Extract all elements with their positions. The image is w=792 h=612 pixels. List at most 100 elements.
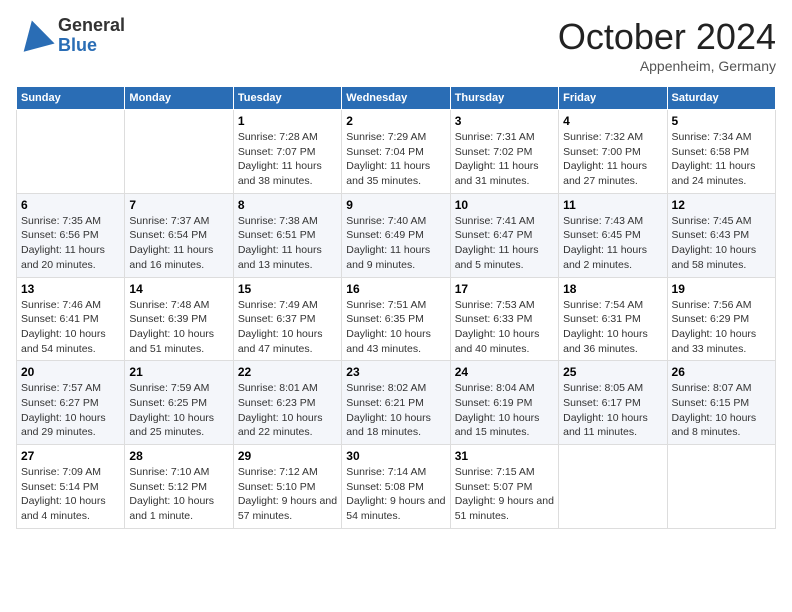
day-number: 2 [346, 114, 445, 128]
day-number: 7 [129, 198, 228, 212]
day-number: 12 [672, 198, 771, 212]
calendar-cell: 1 Sunrise: 7:28 AMSunset: 7:07 PMDaylight… [233, 110, 341, 194]
day-number: 3 [455, 114, 554, 128]
day-number: 28 [129, 449, 228, 463]
day-info: Sunrise: 7:51 AMSunset: 6:35 PMDaylight:… [346, 298, 445, 357]
calendar-cell: 7 Sunrise: 7:37 AMSunset: 6:54 PMDaylight… [125, 193, 233, 277]
day-info: Sunrise: 7:49 AMSunset: 6:37 PMDaylight:… [238, 298, 337, 357]
page-header: General Blue October 2024 Appenheim, Ger… [16, 16, 776, 74]
day-info: Sunrise: 8:04 AMSunset: 6:19 PMDaylight:… [455, 381, 554, 440]
calendar-cell: 11 Sunrise: 7:43 AMSunset: 6:45 PMDayligh… [559, 193, 667, 277]
calendar-week-row: 13 Sunrise: 7:46 AMSunset: 6:41 PMDayligh… [17, 277, 776, 361]
day-number: 13 [21, 282, 120, 296]
logo-icon [16, 16, 56, 56]
day-number: 29 [238, 449, 337, 463]
day-info: Sunrise: 7:45 AMSunset: 6:43 PMDaylight:… [672, 214, 771, 273]
calendar-table: SundayMondayTuesdayWednesdayThursdayFrid… [16, 86, 776, 529]
day-info: Sunrise: 7:53 AMSunset: 6:33 PMDaylight:… [455, 298, 554, 357]
day-number: 26 [672, 365, 771, 379]
calendar-cell: 24 Sunrise: 8:04 AMSunset: 6:19 PMDayligh… [450, 361, 558, 445]
calendar-week-row: 27 Sunrise: 7:09 AMSunset: 5:14 PMDayligh… [17, 445, 776, 529]
day-number: 5 [672, 114, 771, 128]
calendar-cell: 20 Sunrise: 7:57 AMSunset: 6:27 PMDayligh… [17, 361, 125, 445]
calendar-cell: 13 Sunrise: 7:46 AMSunset: 6:41 PMDayligh… [17, 277, 125, 361]
day-number: 20 [21, 365, 120, 379]
day-info: Sunrise: 8:02 AMSunset: 6:21 PMDaylight:… [346, 381, 445, 440]
day-number: 27 [21, 449, 120, 463]
day-info: Sunrise: 7:56 AMSunset: 6:29 PMDaylight:… [672, 298, 771, 357]
calendar-cell [667, 445, 775, 529]
weekday-header: Tuesday [233, 87, 341, 110]
calendar-cell: 26 Sunrise: 8:07 AMSunset: 6:15 PMDayligh… [667, 361, 775, 445]
calendar-cell: 8 Sunrise: 7:38 AMSunset: 6:51 PMDaylight… [233, 193, 341, 277]
calendar-cell: 31 Sunrise: 7:15 AMSunset: 5:07 PMDayligh… [450, 445, 558, 529]
day-info: Sunrise: 7:31 AMSunset: 7:02 PMDaylight:… [455, 130, 554, 189]
day-number: 1 [238, 114, 337, 128]
day-info: Sunrise: 7:09 AMSunset: 5:14 PMDaylight:… [21, 465, 120, 524]
calendar-week-row: 20 Sunrise: 7:57 AMSunset: 6:27 PMDayligh… [17, 361, 776, 445]
weekday-header: Sunday [17, 87, 125, 110]
calendar-cell: 25 Sunrise: 8:05 AMSunset: 6:17 PMDayligh… [559, 361, 667, 445]
logo-blue: Blue [58, 36, 125, 56]
calendar-cell: 21 Sunrise: 7:59 AMSunset: 6:25 PMDayligh… [125, 361, 233, 445]
weekday-header-row: SundayMondayTuesdayWednesdayThursdayFrid… [17, 87, 776, 110]
day-number: 16 [346, 282, 445, 296]
calendar-cell: 16 Sunrise: 7:51 AMSunset: 6:35 PMDayligh… [342, 277, 450, 361]
calendar-cell: 27 Sunrise: 7:09 AMSunset: 5:14 PMDayligh… [17, 445, 125, 529]
day-info: Sunrise: 7:34 AMSunset: 6:58 PMDaylight:… [672, 130, 771, 189]
calendar-week-row: 1 Sunrise: 7:28 AMSunset: 7:07 PMDaylight… [17, 110, 776, 194]
day-info: Sunrise: 7:35 AMSunset: 6:56 PMDaylight:… [21, 214, 120, 273]
day-info: Sunrise: 7:41 AMSunset: 6:47 PMDaylight:… [455, 214, 554, 273]
weekday-header: Thursday [450, 87, 558, 110]
day-number: 31 [455, 449, 554, 463]
calendar-week-row: 6Sunrise: 7:35 AMSunset: 6:56 PMDaylight… [17, 193, 776, 277]
logo: General Blue [16, 16, 125, 56]
day-number: 30 [346, 449, 445, 463]
calendar-cell: 29 Sunrise: 7:12 AMSunset: 5:10 PMDayligh… [233, 445, 341, 529]
day-number: 21 [129, 365, 228, 379]
calendar-cell: 15Sunrise: 7:49 AMSunset: 6:37 PMDayligh… [233, 277, 341, 361]
day-info: Sunrise: 8:07 AMSunset: 6:15 PMDaylight:… [672, 381, 771, 440]
day-info: Sunrise: 7:28 AMSunset: 7:07 PMDaylight:… [238, 130, 337, 189]
location: Appenheim, Germany [558, 58, 776, 74]
day-info: Sunrise: 7:54 AMSunset: 6:31 PMDaylight:… [563, 298, 662, 357]
day-number: 25 [563, 365, 662, 379]
calendar-cell: 14Sunrise: 7:48 AMSunset: 6:39 PMDayligh… [125, 277, 233, 361]
day-number: 24 [455, 365, 554, 379]
day-info: Sunrise: 7:32 AMSunset: 7:00 PMDaylight:… [563, 130, 662, 189]
day-info: Sunrise: 8:05 AMSunset: 6:17 PMDaylight:… [563, 381, 662, 440]
calendar-cell: 10 Sunrise: 7:41 AMSunset: 6:47 PMDayligh… [450, 193, 558, 277]
title-block: October 2024 Appenheim, Germany [558, 16, 776, 74]
calendar-cell: 19 Sunrise: 7:56 AMSunset: 6:29 PMDayligh… [667, 277, 775, 361]
day-info: Sunrise: 7:59 AMSunset: 6:25 PMDaylight:… [129, 381, 228, 440]
day-info: Sunrise: 7:48 AMSunset: 6:39 PMDaylight:… [129, 298, 228, 357]
weekday-header: Wednesday [342, 87, 450, 110]
day-info: Sunrise: 7:57 AMSunset: 6:27 PMDaylight:… [21, 381, 120, 440]
day-number: 11 [563, 198, 662, 212]
day-number: 19 [672, 282, 771, 296]
day-number: 10 [455, 198, 554, 212]
calendar-cell: 9Sunrise: 7:40 AMSunset: 6:49 PMDaylight… [342, 193, 450, 277]
day-info: Sunrise: 7:43 AMSunset: 6:45 PMDaylight:… [563, 214, 662, 273]
day-info: Sunrise: 7:10 AMSunset: 5:12 PMDaylight:… [129, 465, 228, 524]
weekday-header: Friday [559, 87, 667, 110]
day-info: Sunrise: 7:12 AMSunset: 5:10 PMDaylight:… [238, 465, 337, 524]
day-number: 8 [238, 198, 337, 212]
calendar-cell: 6Sunrise: 7:35 AMSunset: 6:56 PMDaylight… [17, 193, 125, 277]
day-info: Sunrise: 7:38 AMSunset: 6:51 PMDaylight:… [238, 214, 337, 273]
calendar-cell [559, 445, 667, 529]
day-number: 17 [455, 282, 554, 296]
day-number: 4 [563, 114, 662, 128]
day-info: Sunrise: 7:46 AMSunset: 6:41 PMDaylight:… [21, 298, 120, 357]
calendar-cell: 22Sunrise: 8:01 AMSunset: 6:23 PMDayligh… [233, 361, 341, 445]
day-info: Sunrise: 7:14 AMSunset: 5:08 PMDaylight:… [346, 465, 445, 524]
calendar-cell [125, 110, 233, 194]
day-info: Sunrise: 7:15 AMSunset: 5:07 PMDaylight:… [455, 465, 554, 524]
day-number: 23 [346, 365, 445, 379]
calendar-cell: 2Sunrise: 7:29 AMSunset: 7:04 PMDaylight… [342, 110, 450, 194]
calendar-cell: 4 Sunrise: 7:32 AMSunset: 7:00 PMDaylight… [559, 110, 667, 194]
day-info: Sunrise: 7:37 AMSunset: 6:54 PMDaylight:… [129, 214, 228, 273]
calendar-cell [17, 110, 125, 194]
day-info: Sunrise: 7:40 AMSunset: 6:49 PMDaylight:… [346, 214, 445, 273]
calendar-cell: 3 Sunrise: 7:31 AMSunset: 7:02 PMDaylight… [450, 110, 558, 194]
